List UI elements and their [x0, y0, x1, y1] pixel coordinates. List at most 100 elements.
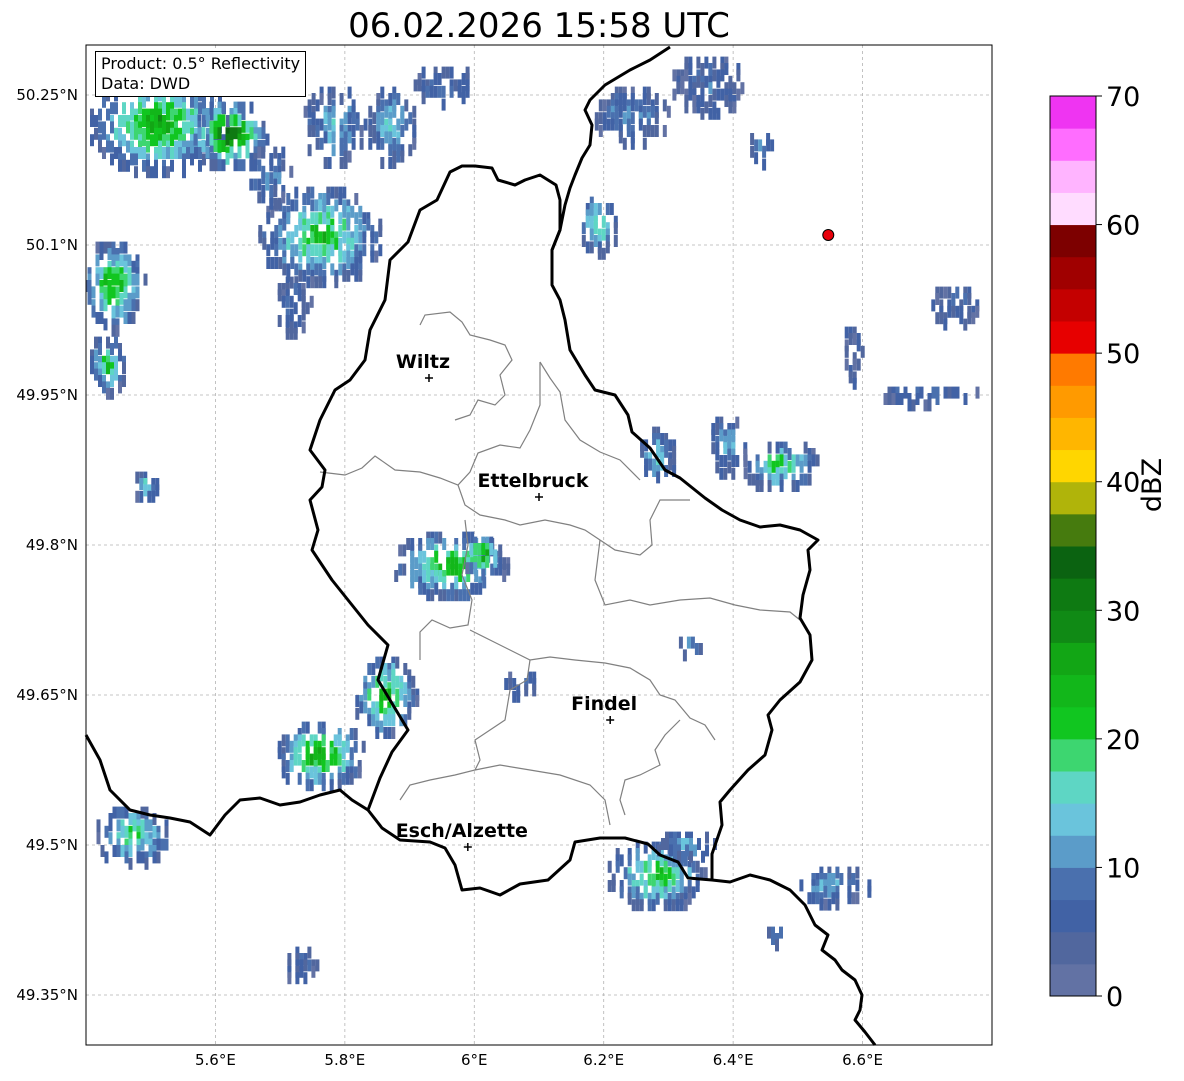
echo-pixel — [309, 734, 314, 747]
echo-pixel — [310, 199, 315, 212]
echo-pixel — [736, 69, 741, 82]
echo-pixel — [627, 873, 632, 886]
echo-pixel — [314, 263, 319, 276]
echo-pixel — [158, 147, 162, 159]
echo-pixel — [807, 460, 812, 473]
echo-pixel — [213, 159, 218, 172]
echo-pixel — [317, 772, 322, 785]
echo-pixel — [811, 454, 816, 467]
echo-pixel — [358, 231, 363, 244]
echo-pixel — [221, 159, 226, 172]
echo-pixel — [376, 137, 381, 150]
echo-pixel — [598, 125, 603, 137]
echo-pixel — [315, 125, 320, 137]
echo-pixel — [148, 845, 153, 857]
echo-pixel — [919, 386, 924, 399]
echo-pixel — [643, 886, 648, 899]
echo-pixel — [293, 302, 298, 315]
echo-pixel — [391, 682, 396, 695]
echo-pixel — [318, 199, 323, 212]
echo-pixel — [403, 663, 408, 675]
colorbar-segment — [1050, 288, 1096, 322]
echo-pixel — [112, 806, 117, 819]
echo-pixel — [307, 125, 312, 137]
echo-pixel — [380, 157, 385, 169]
echo-pixel — [134, 166, 138, 179]
echo-pixel — [642, 125, 647, 137]
echo-pixel — [481, 568, 486, 581]
echo-pixel — [450, 563, 455, 576]
echo-pixel — [413, 79, 418, 92]
echo-pixel — [307, 959, 312, 972]
echo-pixel — [367, 714, 372, 727]
echo-pixel — [477, 543, 482, 555]
echo-pixel — [119, 280, 124, 292]
echo-pixel — [819, 898, 824, 911]
echo-pixel — [293, 327, 298, 340]
echo-pixel — [524, 684, 529, 697]
echo-pixel — [867, 885, 872, 898]
echo-pixel — [104, 851, 109, 864]
echo-pixel — [354, 231, 359, 244]
echo-pixel — [327, 157, 332, 169]
echo-pixel — [258, 231, 263, 244]
echo-pixel — [635, 860, 640, 873]
echo-pixel — [396, 118, 401, 131]
product-label: Product: 0.5° Reflectivity — [101, 54, 301, 73]
echo-pixel — [380, 137, 385, 150]
echo-pixel — [422, 550, 427, 563]
colorbar-tick-label: 10 — [1106, 853, 1140, 884]
echo-pixel — [398, 544, 403, 557]
echo-pixel — [317, 753, 322, 766]
colorbar-tick-label: 30 — [1106, 596, 1140, 627]
echo-pixel — [493, 555, 498, 568]
echo-pixel — [144, 819, 149, 832]
echo-pixel — [146, 127, 150, 140]
echo-pixel — [831, 892, 836, 905]
echo-pixel — [450, 589, 455, 602]
echo-pixel — [766, 139, 771, 152]
echo-pixel — [715, 423, 720, 435]
echo-pixel — [372, 131, 377, 144]
echo-pixel — [667, 880, 672, 892]
echo-pixel — [257, 159, 262, 172]
echo-pixel — [779, 480, 784, 492]
echo-pixel — [732, 101, 737, 114]
echo-pixel — [434, 550, 439, 563]
echo-pixel — [441, 98, 446, 111]
echo-pixel — [659, 886, 664, 899]
echo-pixel — [402, 563, 407, 576]
echo-pixel — [95, 254, 100, 267]
echo-pixel — [325, 760, 330, 772]
echo-pixel — [388, 144, 393, 157]
echo-pixel — [309, 779, 314, 792]
echo-pixel — [694, 643, 699, 655]
echo-pixel — [326, 193, 331, 205]
echo-pixel — [445, 66, 450, 79]
echo-pixel — [139, 490, 144, 503]
echo-pixel — [398, 563, 403, 576]
echo-pixel — [347, 86, 352, 99]
echo-pixel — [655, 860, 660, 873]
colorbar-segment — [1050, 546, 1096, 579]
echo-pixel — [120, 806, 125, 819]
echo-pixel — [803, 473, 808, 486]
echo-pixel — [715, 461, 720, 474]
echo-pixel — [441, 85, 446, 98]
echo-pixel — [947, 286, 952, 299]
echo-pixel — [723, 455, 728, 467]
echo-pixel — [935, 293, 940, 305]
echo-pixel — [462, 538, 467, 550]
echo-pixel — [307, 144, 312, 157]
echo-pixel — [123, 312, 128, 324]
echo-pixel — [851, 873, 856, 885]
echo-pixel — [915, 393, 920, 405]
echo-pixel — [716, 107, 721, 120]
echo-pixel — [123, 286, 128, 299]
echo-pixel — [711, 429, 716, 442]
echo-pixel — [342, 250, 347, 263]
echo-pixel — [754, 139, 759, 152]
echo-pixel — [391, 714, 396, 727]
echo-pixel — [383, 675, 388, 688]
echo-pixel — [775, 939, 779, 952]
